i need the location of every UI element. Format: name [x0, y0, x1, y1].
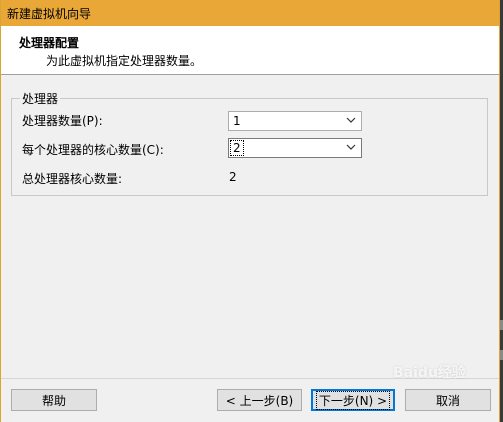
back-button-label: < 上一步(B) [225, 393, 294, 408]
new-vm-wizard-window: 新建虚拟机向导 处理器配置 为此虚拟机指定处理器数量。 处理器 处理器数量(P)… [0, 0, 500, 422]
total-cores-value: 2 [229, 170, 237, 184]
footer-divider [1, 378, 499, 379]
window-title: 新建虚拟机向导 [7, 6, 92, 21]
processor-groupbox: 处理器 处理器数量(P): 1 每个处理器的核心数量(C): 2 总处理器核心数… [11, 90, 488, 196]
back-button[interactable]: < 上一步(B) [217, 389, 302, 411]
help-button-label: 帮助 [41, 393, 66, 408]
processor-count-value: 1 [233, 114, 241, 128]
cores-per-processor-select[interactable]: 2 [228, 138, 362, 158]
next-button[interactable]: 下一步(N) > [311, 389, 395, 411]
help-button[interactable]: 帮助 [11, 389, 97, 411]
wizard-header: 处理器配置 为此虚拟机指定处理器数量。 [1, 26, 499, 75]
cores-per-processor-label: 每个处理器的核心数量(C): [22, 143, 164, 157]
page-subtitle: 为此虚拟机指定处理器数量。 [46, 54, 203, 68]
processor-count-select[interactable]: 1 [228, 111, 362, 131]
baidu-watermark: Baidu经验 [393, 365, 466, 381]
title-bar[interactable]: 新建虚拟机向导 [1, 0, 499, 26]
cores-per-processor-value: 2 [230, 140, 244, 156]
page-title: 处理器配置 [19, 36, 80, 50]
chevron-down-icon [346, 117, 356, 123]
groupbox-label: 处理器 [20, 90, 61, 107]
cancel-button-label: 取消 [435, 393, 460, 408]
cancel-button[interactable]: 取消 [405, 389, 491, 411]
processor-count-label: 处理器数量(P): [22, 114, 103, 128]
total-cores-label: 总处理器核心数量: [22, 172, 123, 186]
next-button-label: 下一步(N) > [315, 390, 391, 410]
chevron-down-icon [346, 144, 356, 150]
